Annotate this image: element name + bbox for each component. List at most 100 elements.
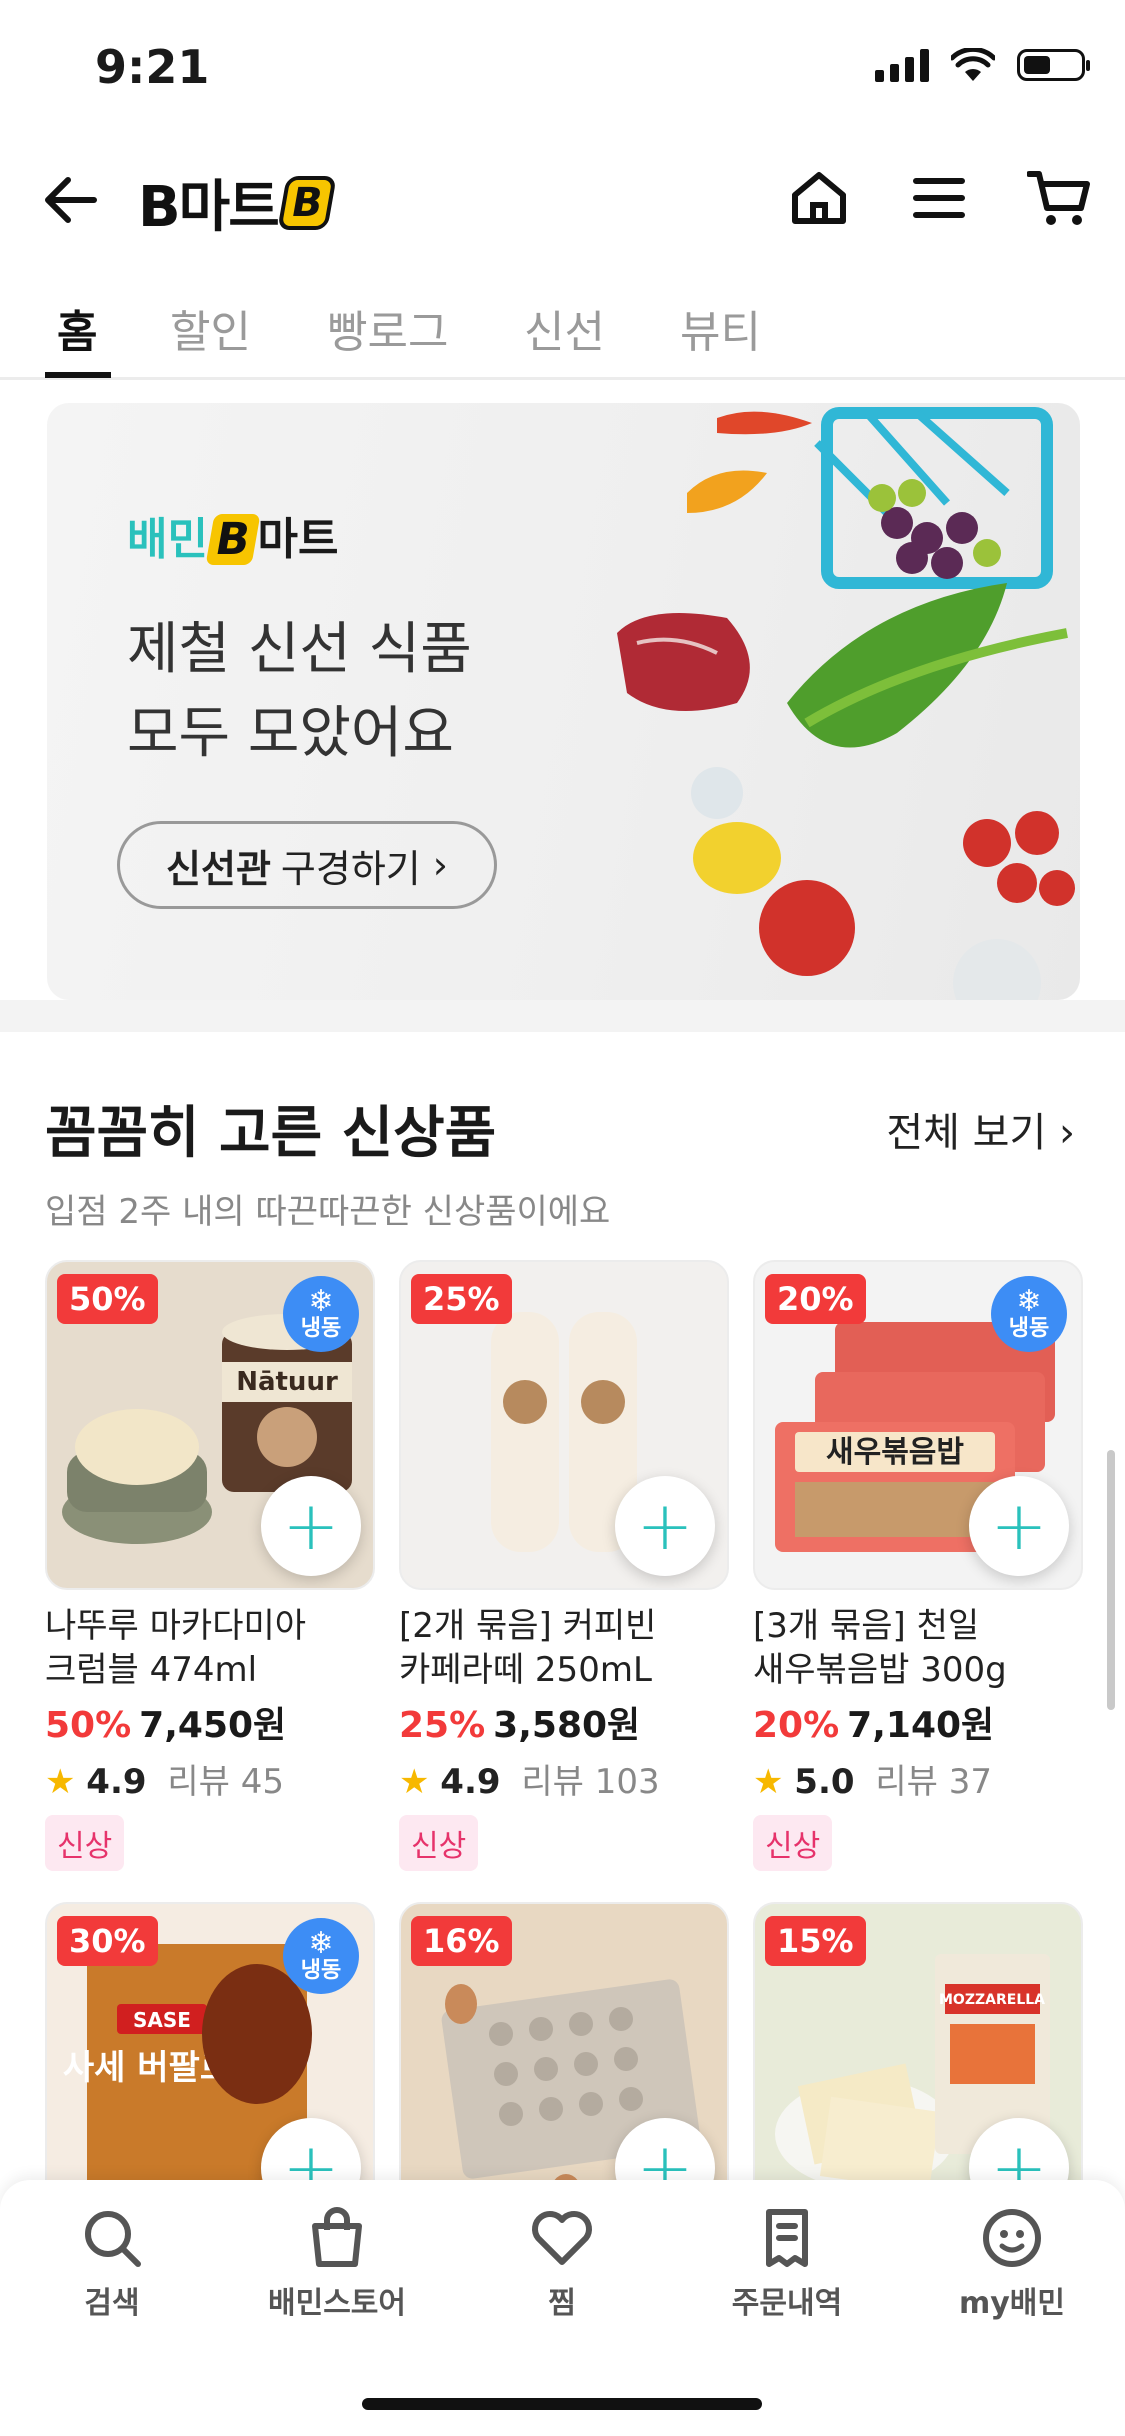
frozen-label: 냉동 (1008, 1316, 1050, 1341)
heart-icon (532, 2211, 592, 2265)
active-tab-indicator (45, 372, 111, 378)
cart-button[interactable] (1027, 166, 1091, 230)
tab-wishlist[interactable]: 찜 (472, 2206, 652, 2322)
cta-label: 구경하기 (280, 846, 421, 891)
home-icon (792, 172, 846, 224)
add-to-cart-button[interactable]: + (615, 1476, 715, 1576)
new-badge: 신상 (45, 1815, 125, 1871)
frozen-label: 냉동 (300, 1316, 342, 1341)
cheese-label-text: MOZZARELLA (939, 1992, 1045, 2008)
back-button[interactable] (40, 172, 110, 232)
price-value: 7,450원 (139, 1705, 287, 1746)
review-count: 리뷰 37 (875, 1762, 992, 1802)
rating-score: 4.9 (440, 1762, 501, 1802)
tab-sale[interactable]: 할인 (170, 296, 251, 360)
tab-baemin-store[interactable]: 배민스토어 (247, 2206, 427, 2322)
discount-percent: 20% (753, 1705, 840, 1746)
bmart-logo[interactable]: B마트 B (138, 162, 337, 243)
star-icon: ★ (45, 1762, 76, 1802)
discount-badge: 50% (57, 1274, 158, 1324)
product-card[interactable]: 새우볶음밥 20% ❄ 냉동 + [3개 묶음] 천일 새우볶음밥 300g 2… (753, 1260, 1083, 1871)
wifi-icon (951, 48, 995, 81)
tab-home[interactable]: 홈 (57, 296, 97, 360)
tab-beauty[interactable]: 뷰티 (680, 296, 761, 360)
sauce-brand-text: SASE (133, 2008, 191, 2032)
product-price: 50% 7,450원 (45, 1696, 373, 1748)
product-name: 나뚜루 마카다미아 크럼블 474ml (45, 1604, 373, 1692)
tab-my-baemin[interactable]: my배민 (922, 2206, 1102, 2322)
discount-badge: 15% (765, 1916, 866, 1966)
menu-icon (913, 178, 965, 218)
home-indicator[interactable] (362, 2398, 762, 2410)
discount-badge: 30% (57, 1916, 158, 1966)
cellular-signal-icon (875, 48, 929, 82)
product-image: Nātuur 50% ❄ 냉동 + (45, 1260, 375, 1590)
battery-icon (1017, 49, 1090, 81)
product-card[interactable]: Nātuur 50% ❄ 냉동 + 나뚜루 마카다미아 크럼블 474ml 50… (45, 1260, 375, 1871)
banner-title-line2: 모두 모았어요 (127, 701, 454, 766)
product-card[interactable]: 25% + [2개 묶음] 커피빈 카페라떼 250mL 25% 3,580원 ★… (399, 1260, 729, 1871)
section-subtitle: 입점 2주 내의 따끈따끈한 신상품이에요 (45, 1192, 611, 1232)
logo-mark: B (276, 175, 337, 230)
brand-part-1: 배민 (127, 514, 208, 565)
tab-orders-label: 주문내역 (731, 2286, 843, 2321)
frozen-label: 냉동 (300, 1958, 342, 1983)
promo-banner[interactable]: 배민B마트 제철 신선 식품 모두 모았어요 신선관 구경하기 › (47, 403, 1080, 1000)
section-divider (0, 1000, 1125, 1032)
product-name: [2개 묶음] 커피빈 카페라떼 250mL (399, 1604, 727, 1692)
add-to-cart-button[interactable]: + (261, 1476, 361, 1576)
top-nav: B마트 B (0, 150, 1125, 250)
rating-score: 5.0 (794, 1762, 855, 1802)
product-image: 새우볶음밥 20% ❄ 냉동 + (753, 1260, 1083, 1590)
scrollbar[interactable] (1107, 1450, 1115, 1710)
banner-food-illustration (617, 407, 1075, 1000)
banner-brand-logo: 배민B마트 (127, 503, 338, 567)
fresh-shop-button[interactable]: 신선관 구경하기 › (117, 821, 497, 909)
product-name-line2: 새우볶음밥 300g (753, 1650, 1007, 1690)
price-value: 3,580원 (493, 1705, 641, 1746)
status-bar: 9:21 (0, 0, 1125, 140)
shopping-bag-icon (312, 2207, 362, 2267)
chevron-right-icon: › (432, 843, 448, 887)
product-name-line1: [2개 묶음] 커피빈 (399, 1606, 657, 1646)
add-to-cart-button[interactable]: + (969, 1476, 1069, 1576)
category-tabs: 홈 할인 빵로그 신선 뷰티 (0, 280, 1125, 380)
snowflake-icon: ❄ (1016, 1284, 1042, 1319)
discount-badge: 25% (411, 1274, 512, 1324)
product-rating: ★ 4.9 리뷰 103 (399, 1754, 727, 1803)
tab-search-label: 검색 (84, 2286, 140, 2321)
status-icons (875, 48, 1090, 82)
status-time: 9:21 (95, 40, 210, 94)
search-icon (85, 2211, 141, 2267)
product-image: 25% + (399, 1260, 729, 1590)
frozen-badge: ❄ 냉동 (283, 1276, 359, 1352)
smiley-face-icon (983, 2209, 1041, 2267)
frozen-badge: ❄ 냉동 (991, 1276, 1067, 1352)
tab-search[interactable]: 검색 (22, 2206, 202, 2322)
cta-bold-label: 신선관 (166, 846, 271, 891)
nav-actions (787, 166, 1091, 230)
tab-fresh[interactable]: 신선 (524, 296, 605, 360)
menu-button[interactable] (907, 166, 971, 230)
snowflake-icon: ❄ (308, 1926, 334, 1961)
frozen-badge: ❄ 냉동 (283, 1918, 359, 1994)
home-button[interactable] (787, 166, 851, 230)
product-name-line1: 나뚜루 마카다미아 (45, 1606, 307, 1646)
see-all-link[interactable]: 전체 보기 › (886, 1100, 1075, 1158)
discount-badge: 20% (765, 1274, 866, 1324)
cart-icon (1027, 171, 1090, 225)
tab-bakery[interactable]: 빵로그 (327, 296, 448, 360)
tab-orders[interactable]: 주문내역 (697, 2206, 877, 2322)
star-icon: ★ (753, 1762, 784, 1802)
product-name-line1: [3개 묶음] 천일 (753, 1606, 980, 1646)
brand-part-3: 마트 (257, 514, 339, 565)
new-badge: 신상 (753, 1815, 833, 1871)
product-price: 20% 7,140원 (753, 1696, 1081, 1748)
product-price: 25% 3,580원 (399, 1696, 727, 1748)
logo-text: B마트 (138, 175, 280, 240)
section-title: 꼼꼼히 고른 신상품 (45, 1101, 497, 1166)
discount-badge: 16% (411, 1916, 512, 1966)
product-rating: ★ 4.9 리뷰 45 (45, 1754, 373, 1803)
product-name: [3개 묶음] 천일 새우볶음밥 300g (753, 1604, 1081, 1692)
product-rating: ★ 5.0 리뷰 37 (753, 1754, 1081, 1803)
